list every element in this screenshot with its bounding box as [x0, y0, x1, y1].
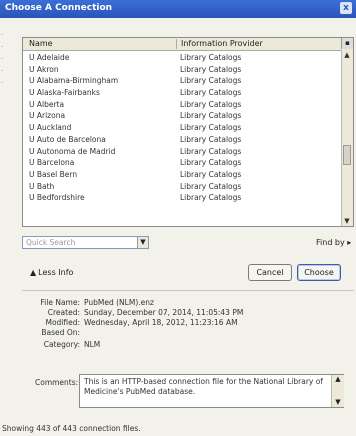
detail-label: Modified:	[45, 318, 80, 327]
row-provider: Library Catalogs	[180, 53, 242, 62]
list-rows: U Adelaide Library Catalogs U Akron Library…	[23, 52, 343, 204]
edge-mark: ·	[1, 80, 3, 87]
detail-value: NLM	[84, 340, 101, 349]
close-icon[interactable]: x	[340, 2, 352, 14]
row-provider: Library Catalogs	[180, 64, 242, 74]
edge-mark: ·	[1, 44, 3, 51]
row-name: U Alberta	[29, 99, 65, 109]
table-row[interactable]: U Akron Library Catalogs	[23, 64, 343, 76]
table-row[interactable]: U Auckland Library Catalogs	[23, 122, 343, 134]
edge-mark: ·	[1, 32, 3, 39]
row-name: U Arizona	[29, 111, 66, 121]
edge-mark: ·	[1, 68, 3, 75]
detail-label: Category:	[43, 340, 80, 349]
less-info-label: Less Info	[38, 268, 74, 277]
table-row[interactable]: U Auto de Barcelona Library Catalogs	[23, 134, 343, 146]
table-row[interactable]: U Bath Library Catalogs	[23, 181, 343, 193]
detail-file-name: File Name: PubMed (NLM).enz	[28, 298, 354, 308]
find-by-button[interactable]: Find by ▸	[316, 236, 354, 249]
detail-value: PubMed (NLM).enz	[84, 298, 154, 307]
row-provider: Library Catalogs	[180, 76, 242, 86]
triangle-up-icon: ▲	[30, 268, 37, 277]
table-row[interactable]: U Autonoma de Madrid Library Catalogs	[23, 146, 343, 158]
quick-search-input[interactable]: Quick Search	[22, 236, 149, 249]
table-row[interactable]: U Arizona Library Catalogs	[23, 110, 343, 122]
column-chooser-icon[interactable]: ▪	[341, 38, 353, 49]
detail-category: Category: NLM	[28, 340, 354, 350]
row-provider: Library Catalogs	[180, 146, 242, 156]
row-name: U Alaska-Fairbanks	[29, 88, 100, 98]
row-name: U Auto de Barcelona	[29, 134, 106, 144]
row-provider: Library Catalogs	[180, 181, 242, 191]
list-scrollbar[interactable]: ▲ ▼	[341, 50, 353, 226]
triangle-right-icon: ▸	[347, 238, 352, 247]
row-name: U Barcelona	[29, 158, 75, 168]
less-info-toggle[interactable]: ▲ Less Info	[30, 268, 73, 277]
row-provider: Library Catalogs	[180, 158, 242, 168]
connection-list[interactable]: Name Information Provider ▪ U Adelaide Li…	[22, 37, 354, 227]
row-name: U Autonoma de Madrid	[29, 146, 116, 156]
scroll-down-icon[interactable]: ▼	[333, 398, 343, 407]
comments-scrollbar[interactable]: ▲ ▼	[331, 375, 344, 407]
row-name: U Basel Bern	[29, 169, 78, 179]
row-provider: Library Catalogs	[180, 193, 242, 203]
search-dropdown-icon[interactable]: ▼	[137, 236, 149, 249]
row-name: U Bedfordshire	[29, 193, 85, 203]
table-row[interactable]: U Adelaide Library Catalogs	[23, 52, 343, 64]
scroll-up-icon[interactable]: ▲	[333, 375, 343, 384]
table-row[interactable]: U Barcelona Library Catalogs	[23, 157, 343, 169]
row-name: U Adelaide	[29, 53, 70, 62]
detail-label: File Name:	[40, 298, 80, 307]
scroll-down-icon[interactable]: ▼	[342, 216, 352, 226]
divider	[22, 290, 354, 291]
column-header-name[interactable]: Name	[29, 39, 53, 48]
status-text: Showing 443 of 443 connection files.	[2, 424, 141, 433]
scroll-up-icon[interactable]: ▲	[342, 50, 352, 60]
detail-value: Sunday, December 07, 2014, 11:05:43 PM	[84, 308, 244, 317]
detail-label: Created:	[47, 308, 80, 317]
detail-based-on: Based On:	[28, 328, 354, 338]
cancel-button[interactable]: Cancel	[248, 264, 292, 281]
edge-mark: ·	[1, 56, 3, 63]
comments-label: Comments:	[35, 378, 79, 387]
scroll-thumb[interactable]	[343, 145, 351, 165]
table-row[interactable]: U Alaska-Fairbanks Library Catalogs	[23, 87, 343, 99]
comments-text[interactable]: This is an HTTP-based connection file fo…	[79, 374, 344, 408]
title-bar: Choose A Connection x	[0, 0, 356, 18]
window-title: Choose A Connection	[5, 3, 113, 13]
row-name: U Alabama-Birmingham	[29, 76, 119, 86]
row-name: U Auckland	[29, 123, 72, 133]
detail-value: Wednesday, April 18, 2012, 11:23:16 AM	[84, 318, 238, 327]
connection-details: File Name: PubMed (NLM).enz Created: Sun…	[28, 298, 354, 350]
table-row[interactable]: U Alabama-Birmingham Library Catalogs	[23, 75, 343, 87]
table-row[interactable]: U Alberta Library Catalogs	[23, 99, 343, 111]
row-provider: Library Catalogs	[180, 99, 242, 109]
detail-label: Based On:	[41, 328, 80, 337]
row-name: U Bath	[29, 181, 55, 191]
row-name: U Akron	[29, 64, 59, 74]
list-header: Name Information Provider ▪	[23, 38, 353, 51]
choose-button[interactable]: Choose	[297, 264, 341, 281]
row-provider: Library Catalogs	[180, 111, 242, 121]
detail-created: Created: Sunday, December 07, 2014, 11:0…	[28, 308, 354, 318]
find-by-label: Find by	[316, 238, 345, 247]
detail-modified: Modified: Wednesday, April 18, 2012, 11:…	[28, 318, 354, 328]
column-header-provider[interactable]: Information Provider	[176, 39, 263, 49]
table-row[interactable]: U Bedfordshire Library Catalogs	[23, 192, 343, 204]
row-provider: Library Catalogs	[180, 88, 242, 98]
row-provider: Library Catalogs	[180, 134, 242, 144]
table-row[interactable]: U Basel Bern Library Catalogs	[23, 169, 343, 181]
row-provider: Library Catalogs	[180, 169, 242, 179]
left-edge-marks: · · · · ·	[1, 30, 7, 90]
row-provider: Library Catalogs	[180, 123, 242, 133]
